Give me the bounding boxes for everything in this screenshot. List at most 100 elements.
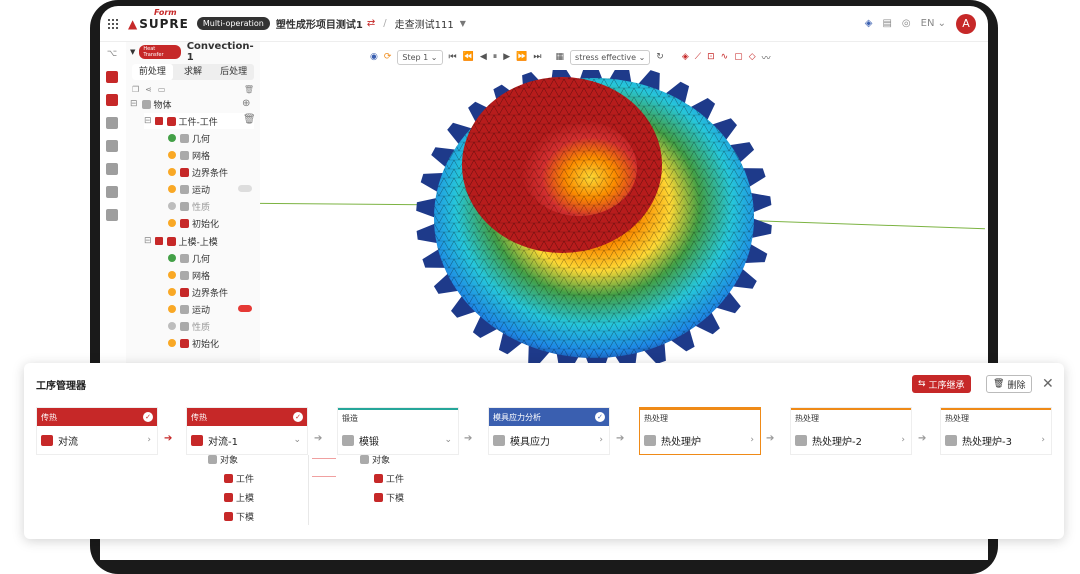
status-off-icon <box>168 202 176 210</box>
chevron-right-icon[interactable]: › <box>750 435 754 445</box>
step-select[interactable]: Step 1 ⌄ <box>397 49 443 65</box>
chevron-right-icon[interactable]: › <box>901 435 905 445</box>
tree-item[interactable]: 几何 <box>168 250 210 266</box>
chevron-right-icon[interactable]: › <box>147 435 151 445</box>
chevron-right-icon[interactable]: › <box>1041 435 1045 445</box>
tree-icon[interactable]: ⌥ <box>106 48 118 60</box>
tree-item[interactable]: 网格 <box>168 147 210 163</box>
lower-die-icon <box>374 493 383 502</box>
graph-icon[interactable]: 〰 <box>762 51 771 64</box>
tab-preprocess[interactable]: 前处理 <box>132 64 173 80</box>
chevron-down-icon[interactable]: ⌄ <box>444 435 452 445</box>
object-group[interactable]: 对象 <box>360 453 390 466</box>
measure-icon[interactable]: ⟋ <box>695 52 701 62</box>
tree-item[interactable]: 性质 <box>168 318 210 334</box>
inherit-button[interactable]: ⇆ 工序继承 <box>912 375 971 393</box>
object-item[interactable]: 工件 <box>374 472 404 485</box>
card-category: 锻造 <box>338 408 458 426</box>
tree-item[interactable]: 网格 <box>168 267 210 283</box>
collapse-icon[interactable]: ▼ <box>130 48 135 56</box>
tree-upper-die[interactable]: ⊟ 上模-上模 <box>144 233 218 249</box>
status-warn-icon <box>168 271 176 279</box>
object-item[interactable]: 下模 <box>374 491 404 504</box>
legend-icon[interactable]: ▦ <box>556 52 565 62</box>
project-switch-icon[interactable]: ⇄ <box>367 18 375 29</box>
status-warn-icon <box>168 185 176 193</box>
tree-item[interactable]: 性质 <box>168 198 210 214</box>
forging-icon <box>342 434 354 446</box>
section-icon[interactable]: ◇ <box>749 52 756 62</box>
process-card[interactable]: 热处理 热处理炉-2 › <box>790 407 912 455</box>
curve-icon[interactable]: ∿ <box>721 52 729 62</box>
settings-icon[interactable]: ◎ <box>902 18 911 29</box>
result-field-select[interactable]: stress effective ⌄ <box>570 49 651 65</box>
object-group[interactable]: 对象 <box>208 453 238 466</box>
tab-solve[interactable]: 求解 <box>173 64 214 80</box>
trash-icon[interactable]: 🗑 <box>244 85 254 94</box>
process-card[interactable]: 锻造 模锻 ⌄ <box>337 407 459 455</box>
chevron-down-icon[interactable]: ▼ <box>460 19 466 28</box>
add-object-icon[interactable]: ⊕ <box>242 98 250 109</box>
process-icon-2[interactable] <box>106 163 118 175</box>
probe-icon[interactable]: ⊡ <box>707 52 715 62</box>
pause-icon[interactable]: ⏸ <box>493 52 498 62</box>
fast-forward-icon[interactable]: ⏩ <box>516 52 527 62</box>
chevron-right-icon[interactable]: › <box>599 435 603 445</box>
object-icon[interactable] <box>106 71 118 83</box>
project-name[interactable]: 塑性成形项目测试1 <box>276 16 363 31</box>
tree-item[interactable]: 边界条件 <box>168 284 228 300</box>
boundary-icon <box>180 287 189 297</box>
status-ok-icon <box>168 254 176 262</box>
workpiece-checkbox[interactable] <box>154 117 163 125</box>
tree-item[interactable]: 初始化 <box>168 335 219 351</box>
upper-die-checkbox[interactable] <box>154 237 163 245</box>
avatar[interactable]: A <box>956 13 976 34</box>
tree-item[interactable]: 运动 <box>168 301 210 317</box>
play-icon[interactable]: ▶ <box>503 52 510 62</box>
copy-icon[interactable]: ❐ <box>132 85 139 94</box>
process-icon-1[interactable] <box>106 140 118 152</box>
operation-icon[interactable] <box>106 94 118 106</box>
tree-item[interactable]: 运动 <box>168 181 210 197</box>
share-icon[interactable]: ⋖ <box>145 85 152 94</box>
motion-toggle[interactable] <box>238 305 252 312</box>
process-icon-4[interactable] <box>106 209 118 221</box>
first-frame-icon[interactable]: ⏮ <box>449 52 457 62</box>
tree-item[interactable]: 边界条件 <box>168 164 228 180</box>
object-item[interactable]: 下模 <box>224 510 254 523</box>
process-card[interactable]: 热处理 热处理炉-3 › <box>940 407 1052 455</box>
tree-item[interactable]: 几何 <box>168 130 210 146</box>
refresh-icon[interactable]: ↻ <box>656 52 664 62</box>
delete-button[interactable]: 🗑 删除 <box>986 375 1033 393</box>
case-name[interactable]: 走查测试111 <box>395 16 454 31</box>
animation-icon[interactable]: ⟳ <box>384 52 392 62</box>
language-select[interactable]: EN ⌄ <box>921 18 946 29</box>
object-item[interactable]: 工件 <box>224 472 254 485</box>
cube-icon[interactable]: ◈ <box>865 18 873 29</box>
process-card[interactable]: 传热 ✓ 对流-1 ⌄ <box>186 407 308 455</box>
tree-item[interactable]: 初始化 <box>168 215 219 231</box>
last-frame-icon[interactable]: ⏭ <box>533 52 541 62</box>
rewind-icon[interactable]: ⏪ <box>463 52 474 62</box>
process-card[interactable]: 传热 ✓ 对流 › <box>36 407 158 455</box>
apps-grid-icon[interactable] <box>108 18 118 29</box>
close-icon[interactable]: ✕ <box>1042 375 1054 393</box>
process-icon-3[interactable] <box>106 186 118 198</box>
report-icon[interactable]: ▤ <box>882 18 891 29</box>
object-item[interactable]: 上模 <box>224 491 254 504</box>
gear-result-view[interactable] <box>414 70 774 366</box>
tab-postprocess[interactable]: 后处理 <box>213 64 254 80</box>
motion-toggle[interactable] <box>238 185 252 192</box>
tree-root[interactable]: ⊟ 物体 <box>130 96 172 112</box>
monitor-icon[interactable]: ▭ <box>158 85 166 94</box>
chevron-down-icon[interactable]: ⌄ <box>293 435 301 445</box>
step-back-icon[interactable]: ◀ <box>480 52 487 62</box>
process-card[interactable]: 模具应力分析 ✓ 模具应力 › <box>488 407 610 455</box>
tree-workpiece[interactable]: ⊟ 工件-工件 <box>144 113 254 129</box>
process-card[interactable]: 热处理 热处理炉 › <box>639 407 761 455</box>
stack-icon[interactable] <box>106 117 118 129</box>
view-cube-icon[interactable]: ◈ <box>682 52 689 62</box>
box-icon[interactable]: ▢ <box>734 52 743 62</box>
rotate-icon[interactable]: ◉ <box>370 52 378 62</box>
delete-workpiece-icon[interactable]: 🗑 <box>243 114 256 125</box>
